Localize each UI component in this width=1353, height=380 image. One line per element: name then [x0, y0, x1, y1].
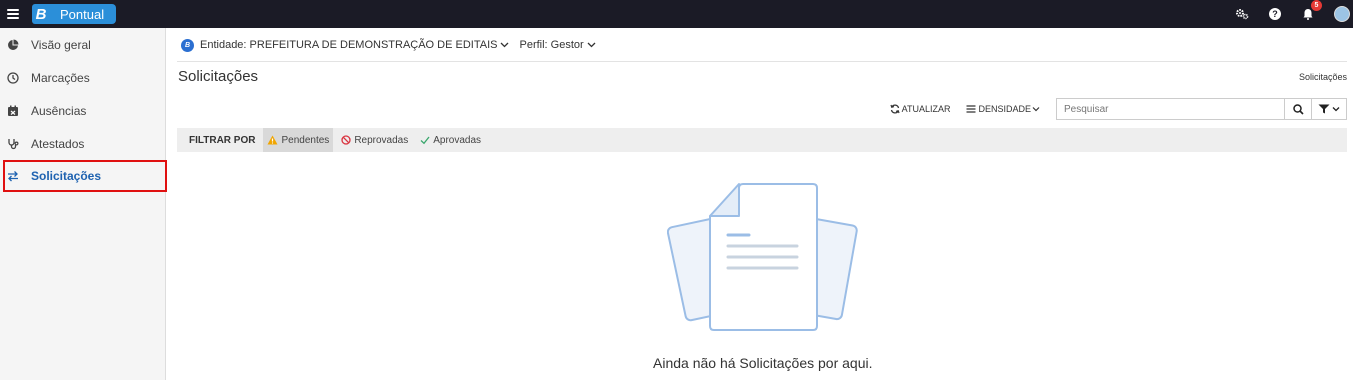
sidebar: Visão geral Marcações Ausências Atestado…	[0, 28, 167, 380]
brand-name: Pontual	[50, 4, 117, 24]
filter-bar: FILTRAR POR Pendentes Reprovadas Aprovad…	[177, 128, 1347, 152]
profile-label: Perfil: Gestor	[519, 39, 584, 51]
chevron-down-icon	[501, 42, 509, 48]
hamburger-menu-icon[interactable]	[7, 9, 19, 19]
chevron-down-icon	[1032, 107, 1040, 112]
sidebar-item-label: Ausências	[31, 103, 87, 118]
refresh-label: ATUALIZAR	[901, 104, 951, 114]
swap-arrows-icon	[7, 170, 19, 182]
sidebar-item-solicitacoes[interactable]: Solicitações	[3, 160, 167, 192]
density-label: DENSIDADE	[978, 104, 1031, 114]
bell-icon[interactable]: 5	[1301, 0, 1322, 21]
help-icon[interactable]: ?	[1268, 7, 1282, 21]
density-icon	[966, 105, 976, 113]
profile-selector[interactable]: Perfil: Gestor	[519, 39, 596, 51]
chevron-down-icon	[1332, 107, 1340, 112]
entity-selector[interactable]: Entidade: PREFEITURA DE DEMONSTRAÇÃO DE …	[200, 39, 509, 51]
brand-logo[interactable]: B Pontual	[32, 4, 117, 24]
sidebar-item-atestados[interactable]: Atestados	[0, 127, 165, 160]
search-box	[1056, 98, 1312, 120]
avatar[interactable]	[1334, 6, 1350, 22]
empty-documents-illustration	[667, 183, 858, 331]
chevron-down-icon	[587, 42, 596, 48]
sidebar-item-label: Marcações	[31, 70, 90, 85]
sidebar-item-label: Visão geral	[31, 37, 91, 52]
filter-chip-reprovadas[interactable]: Reprovadas	[337, 128, 412, 152]
page-title: Solicitações	[178, 68, 259, 85]
sidebar-item-ausencias[interactable]: Ausências	[0, 94, 165, 127]
sidebar-item-label: Atestados	[31, 136, 85, 151]
density-button[interactable]: DENSIDADE	[966, 104, 1040, 114]
settings-gears-icon[interactable]	[1235, 7, 1249, 21]
sidebar-item-label: Solicitações	[31, 169, 102, 183]
filter-chip-aprovadas[interactable]: Aprovadas	[416, 128, 485, 152]
search-icon	[1292, 103, 1304, 115]
filter-chip-label: Pendentes	[281, 134, 330, 146]
check-icon	[420, 136, 430, 145]
prohibited-icon	[341, 135, 351, 145]
notification-badge: 5	[1311, 0, 1322, 11]
top-bar: B Pontual ? 5	[0, 0, 1353, 28]
toolbar: ATUALIZAR DENSIDADE	[890, 98, 1347, 120]
stethoscope-icon	[7, 138, 19, 150]
main-content: B Entidade: PREFEITURA DE DEMONSTRAÇÃO D…	[167, 28, 1353, 380]
empty-state-message: Ainda não há Solicitações por aqui.	[653, 355, 873, 371]
breadcrumb[interactable]: Solicitações	[1299, 72, 1347, 82]
filter-dropdown-button[interactable]	[1312, 98, 1347, 120]
clock-icon	[7, 71, 19, 84]
filter-chip-label: Aprovadas	[433, 134, 482, 146]
divider	[177, 61, 1347, 62]
pie-chart-icon	[7, 39, 19, 51]
filter-by-label: FILTRAR POR	[189, 134, 256, 146]
entity-label: Entidade: PREFEITURA DE DEMONSTRAÇÃO DE …	[200, 39, 498, 51]
search-button[interactable]	[1284, 99, 1311, 119]
sidebar-item-marcacoes[interactable]: Marcações	[0, 61, 165, 94]
search-input[interactable]	[1057, 99, 1284, 119]
refresh-button[interactable]: ATUALIZAR	[890, 104, 951, 114]
context-bar: B Entidade: PREFEITURA DE DEMONSTRAÇÃO D…	[181, 37, 596, 53]
filter-chip-label: Reprovadas	[354, 134, 409, 146]
entity-badge: B	[181, 38, 194, 52]
warning-icon	[267, 135, 278, 145]
sidebar-item-visao-geral[interactable]: Visão geral	[0, 28, 165, 61]
refresh-icon	[890, 104, 900, 114]
filter-chip-pendentes[interactable]: Pendentes	[263, 128, 334, 152]
calendar-x-icon	[7, 105, 19, 117]
filter-icon	[1318, 104, 1330, 114]
brand-letter: B	[32, 4, 50, 24]
